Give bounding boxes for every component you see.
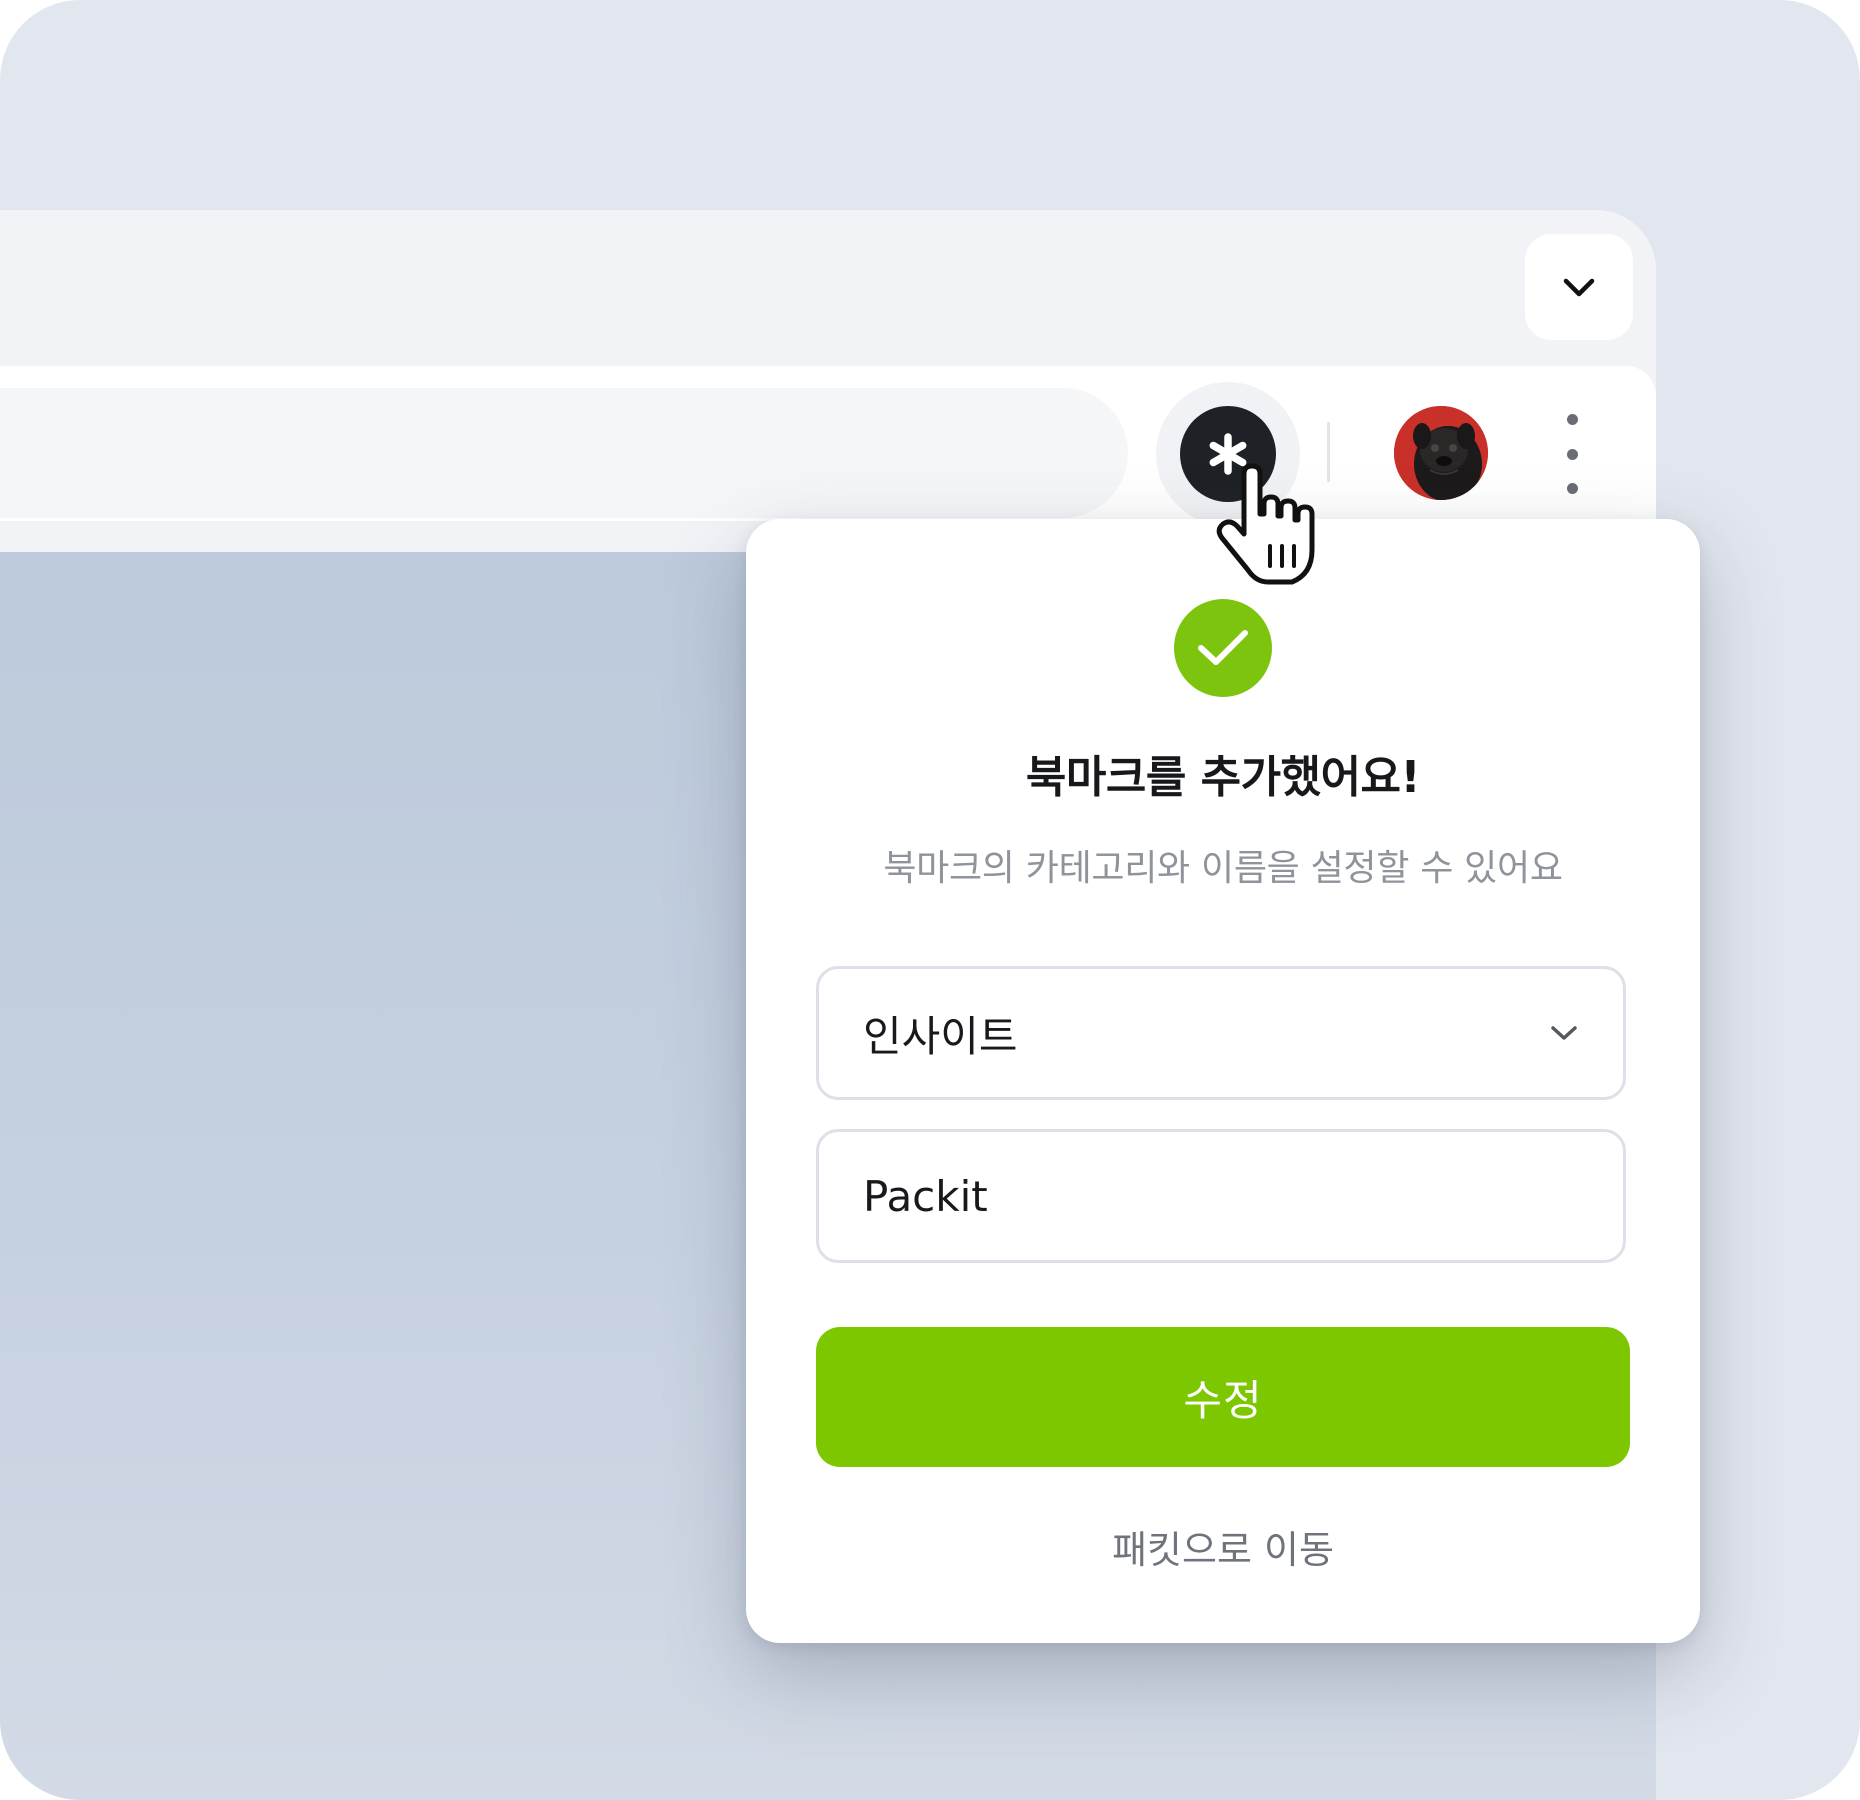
go-to-packit-link[interactable]: 패킷으로 이동 [746, 1519, 1700, 1574]
popup-title: 북마크를 추가했어요! [1025, 752, 1421, 803]
pug-avatar-icon [1394, 406, 1488, 500]
dot [1566, 448, 1578, 460]
edit-button[interactable]: 수정 [816, 1327, 1630, 1467]
popup-subtitle: 북마크의 카테고리와 이름을 설정할 수 있어요 [883, 848, 1563, 889]
check-circle-icon [1174, 599, 1272, 697]
address-bar[interactable] [0, 388, 1128, 518]
name-input[interactable] [863, 1171, 1579, 1221]
dot [1566, 483, 1578, 494]
dot [1566, 414, 1578, 425]
category-value: 인사이트 [863, 1011, 1018, 1061]
avatar[interactable] [1394, 406, 1488, 500]
category-select[interactable]: 인사이트 [816, 966, 1626, 1100]
chevron-down-icon [1551, 1026, 1577, 1040]
screen-frame: 북마크를 추가했어요! 북마크의 카테고리와 이름을 설정할 수 있어요 인사이… [0, 0, 1860, 1800]
browser-toolbar [0, 366, 1656, 526]
pointer-cursor-icon [1216, 463, 1315, 585]
tab-list-button[interactable] [1525, 234, 1633, 340]
more-menu-button[interactable] [1556, 414, 1588, 494]
chevron-down-icon [1563, 278, 1595, 297]
name-field[interactable] [816, 1129, 1626, 1263]
bookmark-popup: 북마크를 추가했어요! 북마크의 카테고리와 이름을 설정할 수 있어요 인사이… [746, 519, 1700, 1643]
